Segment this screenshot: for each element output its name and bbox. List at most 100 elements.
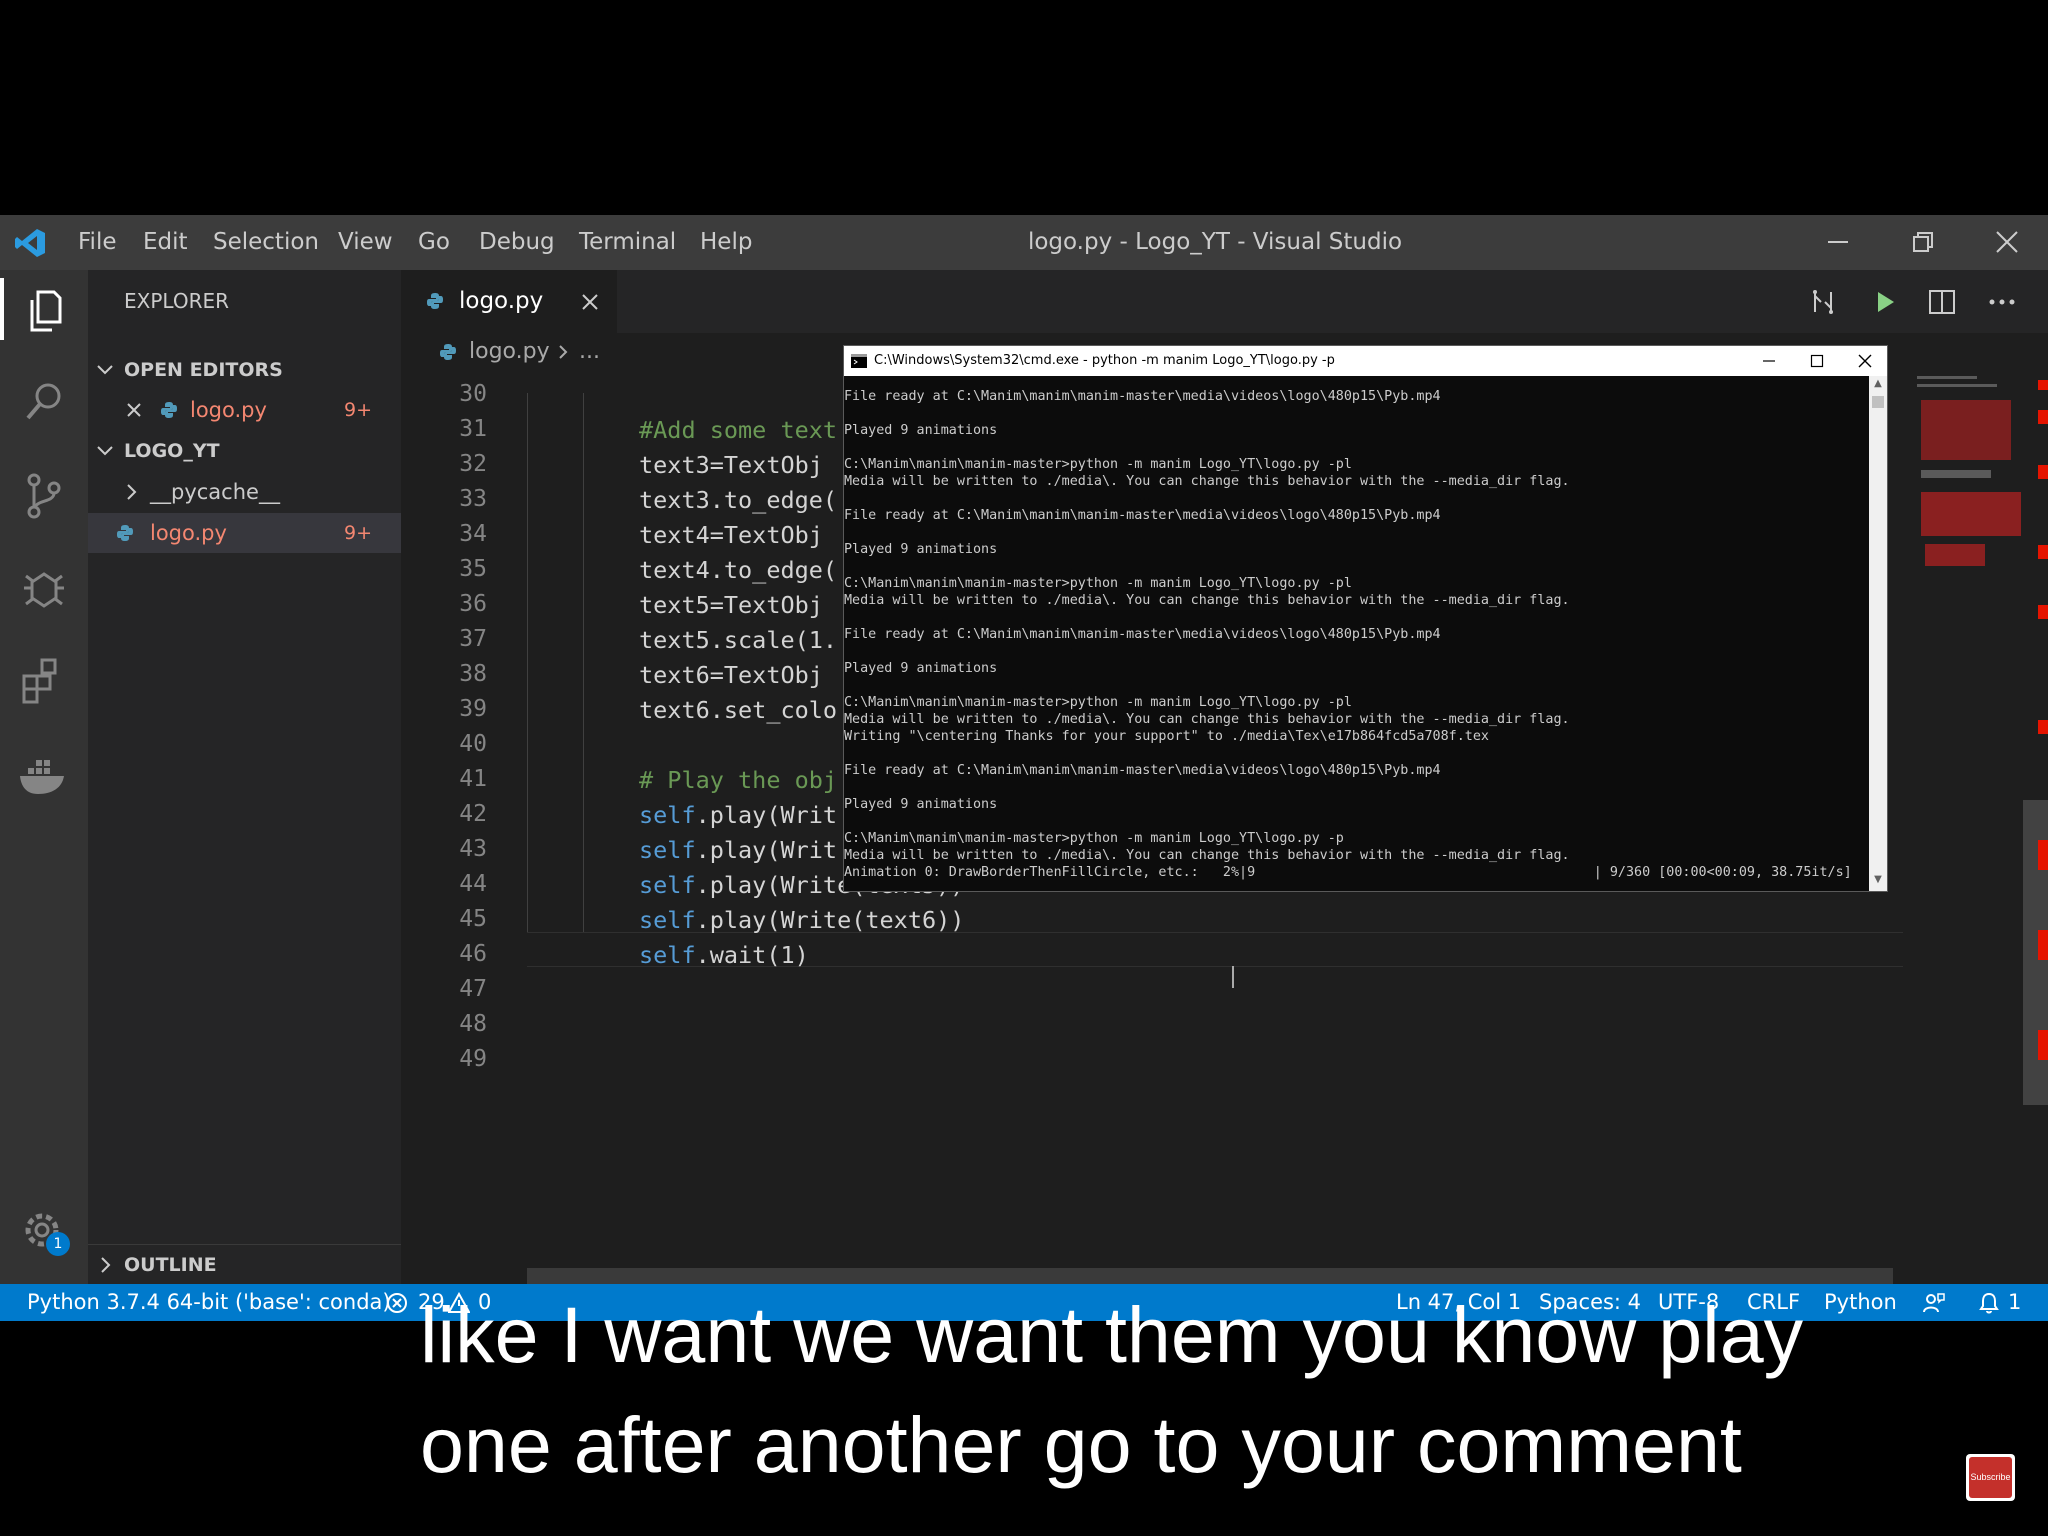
explorer-button[interactable] <box>14 280 74 340</box>
menu-view[interactable]: View <box>338 215 393 270</box>
overview-error-marker <box>2038 930 2048 960</box>
close-tab-icon[interactable] <box>581 293 599 311</box>
menu-go[interactable]: Go <box>418 215 450 270</box>
code-line[interactable]: #Add some text <box>639 416 837 444</box>
open-changes-icon[interactable] <box>1809 288 1837 316</box>
cmd-title-bar[interactable]: C:\Windows\System32\cmd.exe - python -m … <box>844 346 1887 376</box>
docker-icon <box>20 760 64 794</box>
minimize-icon[interactable] <box>1762 354 1776 368</box>
console-line: Media will be written to ./media\. You c… <box>844 712 1570 727</box>
code-line[interactable]: text3.to_edge( <box>639 486 837 514</box>
overview-error-marker <box>2038 605 2048 619</box>
settings-button[interactable]: 1 <box>14 1202 74 1262</box>
debug-button[interactable] <box>14 558 74 618</box>
minimap-line <box>1921 470 1991 478</box>
cmd-output[interactable]: File ready at C:\Manim\manim\manim-maste… <box>844 376 1868 891</box>
search-button[interactable] <box>14 372 74 432</box>
activity-bar: 1 <box>0 270 88 1284</box>
maximize-icon[interactable] <box>1810 354 1824 368</box>
horizontal-scrollbar[interactable] <box>527 1268 1893 1284</box>
close-icon[interactable] <box>126 402 142 418</box>
minimap[interactable] <box>1913 370 2023 580</box>
outline-section[interactable]: OUTLINE <box>88 1244 401 1285</box>
scrollbar-thumb[interactable] <box>1872 396 1884 408</box>
line-number: 46 <box>459 941 487 967</box>
tree-item-logo-py[interactable]: logo.py 9+ <box>88 513 401 553</box>
tab-bar: logo.py <box>401 270 2048 333</box>
console-line: File ready at C:\Manim\manim\manim-maste… <box>844 389 1441 404</box>
language-mode[interactable]: Python <box>1824 1284 1897 1321</box>
line-number: 43 <box>459 836 487 862</box>
code-line[interactable]: self.play(Writ <box>639 836 837 864</box>
split-editor-icon[interactable] <box>1927 287 1957 317</box>
console-line: C:\Manim\manim\manim-master>python -m ma… <box>844 831 1344 846</box>
search-icon <box>26 383 61 420</box>
line-number: 37 <box>459 626 487 652</box>
menu-help[interactable]: Help <box>700 215 752 270</box>
open-editor-item[interactable]: logo.py 9+ <box>88 390 401 430</box>
console-line: Writing "\centering Thanks for your supp… <box>844 729 1489 744</box>
code-line[interactable]: text4.to_edge( <box>639 556 837 584</box>
breadcrumb-file[interactable]: logo.py <box>469 333 550 371</box>
cmd-window[interactable]: C:\Windows\System32\cmd.exe - python -m … <box>843 345 1888 892</box>
run-icon[interactable] <box>1871 288 1899 316</box>
code-line[interactable]: self.play(Write(text6)) <box>639 906 964 934</box>
line-number: 38 <box>459 661 487 687</box>
extensions-button[interactable] <box>14 650 74 710</box>
menu-debug[interactable]: Debug <box>479 215 555 270</box>
overview-error-marker <box>2038 545 2048 559</box>
line-number: 47 <box>459 976 487 1002</box>
folder-section-logo-yt[interactable]: LOGO_YT <box>88 431 401 471</box>
overview-error-marker <box>2038 840 2048 870</box>
console-line: C:\Manim\manim\manim-master>python -m ma… <box>844 576 1352 591</box>
problem-count-badge: 9+ <box>344 399 373 421</box>
python-interpreter-status[interactable]: Python 3.7.4 64-bit ('base': conda) <box>27 1284 391 1321</box>
console-line: Media will be written to ./media\. You c… <box>844 593 1570 608</box>
notification-count[interactable]: 1 <box>2008 1284 2021 1321</box>
console-line: Played 9 animations <box>844 661 998 676</box>
code-line[interactable]: self.play(Writ <box>639 801 837 829</box>
menu-selection[interactable]: Selection <box>213 215 319 270</box>
line-number: 45 <box>459 906 487 932</box>
subscribe-button[interactable]: Subscribe <box>1966 1454 2015 1501</box>
code-line[interactable]: text5=TextObj <box>639 591 823 619</box>
python-file-icon <box>440 344 456 360</box>
code-line[interactable]: self.wait(1) <box>639 941 809 969</box>
tree-item-pycache[interactable]: __pycache__ <box>88 472 401 512</box>
cmd-scrollbar[interactable]: ▲ ▼ <box>1869 376 1887 891</box>
code-line[interactable]: text6=TextObj <box>639 661 823 689</box>
feedback-icon[interactable] <box>1922 1292 1946 1314</box>
overview-error-marker <box>2038 465 2048 479</box>
code-line[interactable]: text3=TextObj <box>639 451 823 479</box>
tab-logo-py[interactable]: logo.py <box>401 270 617 333</box>
bell-icon[interactable] <box>1978 1291 2000 1315</box>
code-line[interactable]: # Play the obj <box>639 766 837 794</box>
minimize-button[interactable] <box>1803 215 1873 270</box>
code-line[interactable]: text6.set_colo <box>639 696 837 724</box>
chevron-down-icon <box>97 365 113 375</box>
code-line[interactable]: text4=TextObj <box>639 521 823 549</box>
open-editors-section[interactable]: OPEN EDITORS <box>88 350 401 390</box>
restore-button[interactable] <box>1888 215 1958 270</box>
close-icon[interactable] <box>1858 354 1872 368</box>
scroll-down-icon[interactable]: ▼ <box>1871 874 1885 888</box>
minimap-error-block <box>1925 544 1985 566</box>
breadcrumb-more[interactable]: ... <box>579 333 600 371</box>
explorer-sidebar: EXPLORER OPEN EDITORS logo.py 9+ LOGO_YT… <box>88 270 401 1284</box>
overview-error-marker <box>2038 380 2048 390</box>
open-editor-filename: logo.py <box>190 398 267 422</box>
more-actions-icon[interactable] <box>1987 288 2017 316</box>
scroll-up-icon[interactable]: ▲ <box>1871 378 1885 392</box>
source-control-button[interactable] <box>14 466 74 526</box>
menu-edit[interactable]: Edit <box>143 215 188 270</box>
vertical-scrollbar[interactable] <box>2023 370 2048 1284</box>
code-line[interactable]: text5.scale(1. <box>639 626 837 654</box>
minimize-icon <box>1828 241 1848 243</box>
chevron-right-icon <box>559 345 568 359</box>
close-window-button[interactable] <box>1972 215 2042 270</box>
subtitle-line-2: one after another go to your comment <box>420 1400 1742 1489</box>
minimap-line <box>1917 376 1977 379</box>
docker-button[interactable] <box>14 746 74 806</box>
menu-terminal[interactable]: Terminal <box>579 215 676 270</box>
menu-file[interactable]: File <box>78 215 117 270</box>
